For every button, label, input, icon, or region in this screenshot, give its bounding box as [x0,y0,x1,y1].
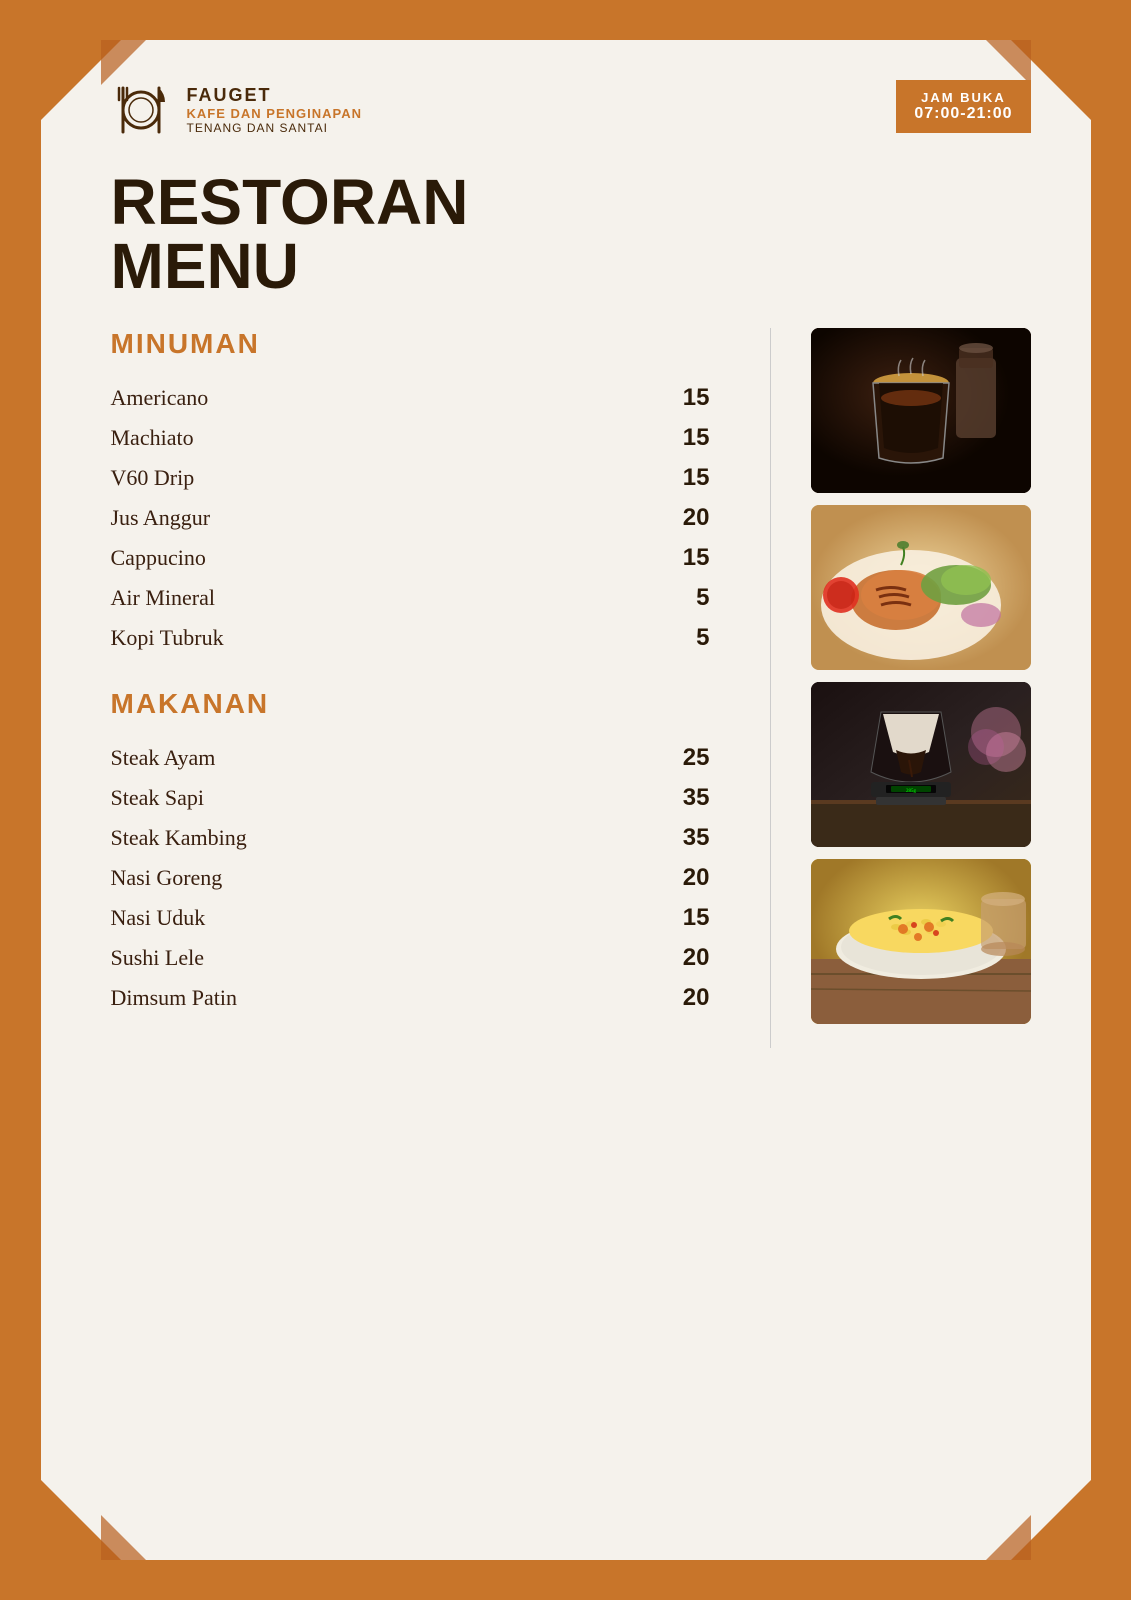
item-name: Steak Ayam [111,745,216,771]
item-price: 15 [650,544,710,572]
item-price: 5 [650,584,710,612]
item-name: Cappucino [111,545,206,571]
item-price: 35 [650,824,710,852]
menu-item-americano: Americano 15 [111,378,710,418]
menu-item-nasi-uduk: Nasi Uduk 15 [111,898,710,938]
menu-item-nasi-goreng: Nasi Goreng 20 [111,858,710,898]
item-price: 20 [650,504,710,532]
food-heading: MAKANAN [111,688,710,720]
item-price: 5 [650,624,710,652]
item-name: Steak Kambing [111,825,247,851]
menu-item-steak-ayam: Steak Ayam 25 [111,738,710,778]
item-name: Machiato [111,425,194,451]
menu-item-v60: V60 Drip 15 [111,458,710,498]
menu-item-kopi: Kopi Tubruk 5 [111,618,710,658]
food-section: MAKANAN Steak Ayam 25 Steak Sapi 35 Stea… [111,688,710,1018]
menu-item-steak-sapi: Steak Sapi 35 [111,778,710,818]
item-name: Sushi Lele [111,945,205,971]
item-name: Nasi Goreng [111,865,223,891]
brand-text: FAUGET KAFE DAN PENGINAPAN TENANG DAN SA… [187,85,363,135]
item-name: Air Mineral [111,585,215,611]
food-image-chicken [811,505,1031,670]
item-name: Jus Anggur [111,505,211,531]
menu-item-sushi: Sushi Lele 20 [111,938,710,978]
menu-item-machiato: Machiato 15 [111,418,710,458]
drinks-section: MINUMAN Americano 15 Machiato 15 V60 Dri… [111,328,710,658]
header: FAUGET KAFE DAN PENGINAPAN TENANG DAN SA… [111,80,1031,140]
menu-page: FAUGET KAFE DAN PENGINAPAN TENANG DAN SA… [41,40,1091,1560]
drinks-heading: MINUMAN [111,328,710,360]
item-price: 15 [650,384,710,412]
food-image-rice [811,859,1031,1024]
hours-box: JAM BUKA 07:00-21:00 [896,80,1030,133]
vertical-divider [770,328,771,1048]
item-name: Steak Sapi [111,785,205,811]
menu-item-cappucino: Cappucino 15 [111,538,710,578]
menu-item-air-mineral: Air Mineral 5 [111,578,710,618]
item-price: 35 [650,784,710,812]
images-section: 285g [811,328,1031,1048]
brand-sub1: KAFE DAN PENGINAPAN [187,106,363,121]
hours-label: JAM BUKA [914,90,1012,105]
brand-sub2: TENANG DAN SANTAI [187,121,363,135]
page-title: RESTORANMENU [111,170,1031,298]
item-name: V60 Drip [111,465,195,491]
menu-item-steak-kambing: Steak Kambing 35 [111,818,710,858]
menu-item-jus: Jus Anggur 20 [111,498,710,538]
brand: FAUGET KAFE DAN PENGINAPAN TENANG DAN SA… [111,80,363,140]
brand-name: FAUGET [187,85,363,106]
brand-icon [111,80,171,140]
item-price: 20 [650,944,710,972]
item-price: 20 [650,864,710,892]
main-layout: MINUMAN Americano 15 Machiato 15 V60 Dri… [111,328,1031,1048]
menu-item-dimsum: Dimsum Patin 20 [111,978,710,1018]
item-name: Dimsum Patin [111,985,238,1011]
food-image-coffee [811,328,1031,493]
item-name: Americano [111,385,209,411]
item-price: 15 [650,904,710,932]
food-image-drip: 285g [811,682,1031,847]
hours-time: 07:00-21:00 [914,105,1012,123]
item-name: Nasi Uduk [111,905,206,931]
menu-section: MINUMAN Americano 15 Machiato 15 V60 Dri… [111,328,730,1048]
item-name: Kopi Tubruk [111,625,224,651]
item-price: 20 [650,984,710,1012]
svg-text:285g: 285g [906,789,917,794]
item-price: 15 [650,424,710,452]
item-price: 25 [650,744,710,772]
item-price: 15 [650,464,710,492]
page-content: FAUGET KAFE DAN PENGINAPAN TENANG DAN SA… [41,40,1091,1560]
